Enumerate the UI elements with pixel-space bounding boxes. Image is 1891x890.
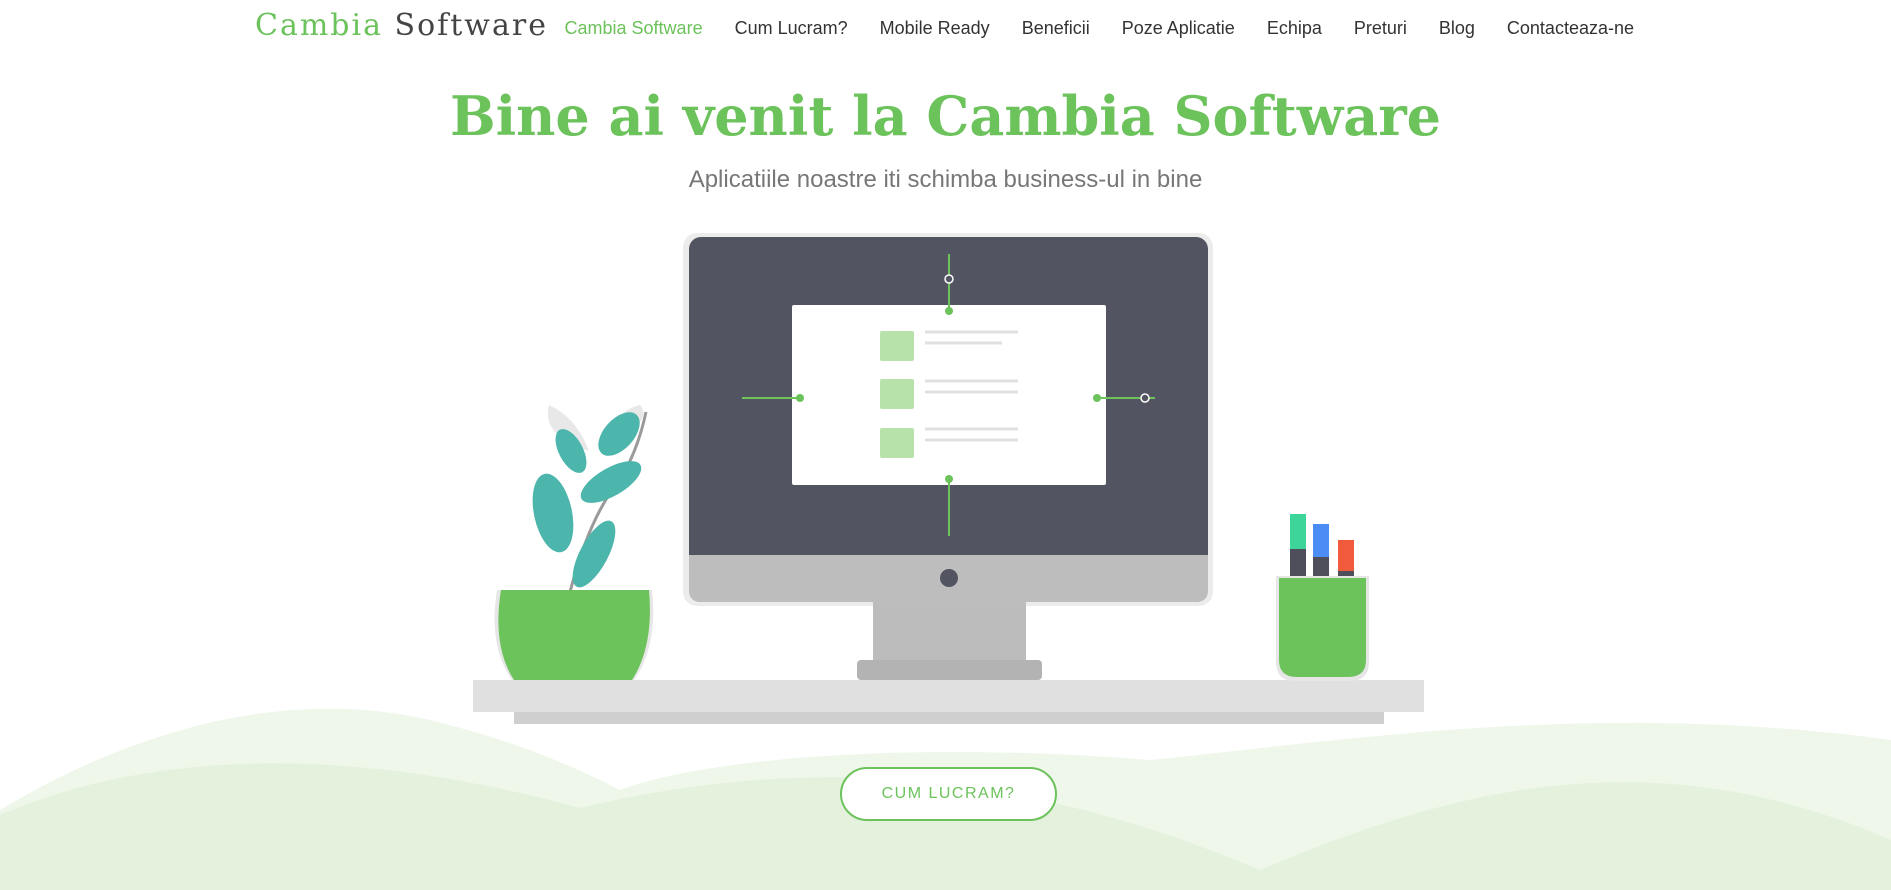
nav-item-preturi: Preturi	[1354, 18, 1407, 39]
desk	[469, 680, 1424, 729]
nav-link-mobile-ready[interactable]: Mobile Ready	[880, 18, 990, 39]
nav-item-cum-lucram: Cum Lucram?	[735, 18, 848, 39]
nav-item-echipa: Echipa	[1267, 18, 1322, 39]
hero-subtitle: Aplicatiile noastre iti schimba business…	[688, 166, 1203, 193]
potted-plant	[494, 405, 654, 680]
nav-link-poze-aplicatie[interactable]: Poze Aplicatie	[1122, 18, 1235, 39]
nav-item-poze-aplicatie: Poze Aplicatie	[1122, 18, 1235, 39]
brand-logo[interactable]: Cambia Software	[255, 8, 548, 43]
nav-link-blog[interactable]: Blog	[1439, 18, 1475, 39]
main-nav: Cambia Software Cum Lucram? Mobile Ready…	[565, 18, 1634, 39]
nav-link-cum-lucram[interactable]: Cum Lucram?	[735, 18, 848, 39]
nav-link-echipa[interactable]: Echipa	[1267, 18, 1322, 39]
nav-link-beneficii[interactable]: Beneficii	[1022, 18, 1090, 39]
power-button-icon	[940, 569, 958, 587]
hero-title: Bine ai venit la Cambia Software	[449, 84, 1442, 148]
nav-item-contacteaza-ne: Contacteaza-ne	[1507, 18, 1634, 39]
brand-name-part1: Cambia	[255, 8, 383, 43]
top-navbar: Cambia Software Cambia Software Cum Lucr…	[0, 0, 1891, 58]
nav-link-cambia-software[interactable]: Cambia Software	[565, 18, 703, 39]
monitor	[683, 233, 1213, 680]
nav-item-mobile-ready: Mobile Ready	[880, 18, 990, 39]
nav-link-contacteaza-ne[interactable]: Contacteaza-ne	[1507, 18, 1634, 39]
nav-item-beneficii: Beneficii	[1022, 18, 1090, 39]
nav-item-cambia-software: Cambia Software	[565, 18, 703, 39]
pen-holder	[1276, 514, 1369, 681]
brand-name-part2: Software	[394, 8, 548, 43]
cum-lucram-button[interactable]: CUM LUCRAM?	[840, 767, 1057, 821]
nav-link-preturi[interactable]: Preturi	[1354, 18, 1407, 39]
nav-item-blog: Blog	[1439, 18, 1475, 39]
